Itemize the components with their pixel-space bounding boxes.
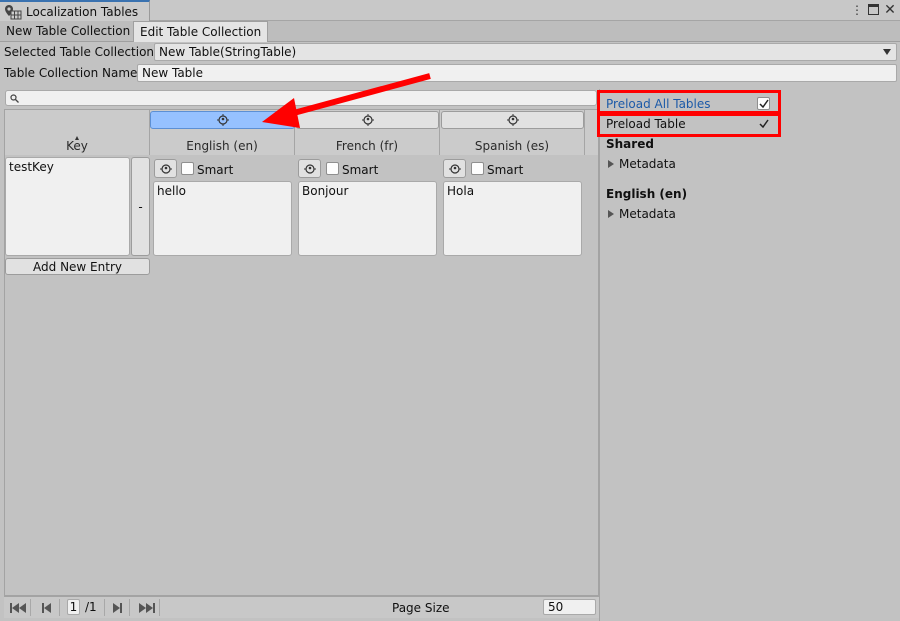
entry-value-es[interactable]: Hola	[443, 181, 582, 256]
smart-checkbox-en[interactable]	[181, 162, 194, 175]
checkmark-icon	[758, 99, 769, 108]
locale-settings-icon	[448, 163, 461, 174]
entry-settings-button-en[interactable]	[154, 159, 177, 178]
shared-metadata-label: Metadata	[619, 157, 676, 171]
entry-value-fr[interactable]: Bonjour	[298, 181, 437, 256]
entry-settings-button-fr[interactable]	[298, 159, 321, 178]
key-column-header[interactable]: Key	[5, 110, 150, 155]
column-name-en: English (en)	[186, 139, 258, 153]
page-size-label: Page Size	[392, 601, 450, 615]
preload-all-tables-label: Preload All Tables	[606, 97, 711, 111]
entry-settings-button-es[interactable]	[443, 159, 466, 178]
smart-checkbox-fr[interactable]	[326, 162, 339, 175]
total-pages-label: /1	[85, 600, 97, 614]
english-heading: English (en)	[606, 187, 688, 201]
smart-label-en: Smart	[197, 163, 234, 177]
locale-settings-icon	[216, 114, 229, 126]
localization-tables-icon	[4, 4, 22, 20]
close-icon[interactable]: ✕	[883, 2, 897, 18]
smart-label-fr: Smart	[342, 163, 379, 177]
smart-checkbox-es[interactable]	[471, 162, 484, 175]
page-size-input[interactable]: 50	[543, 599, 596, 615]
shared-metadata-foldout[interactable]: Metadata	[608, 157, 676, 171]
add-new-entry-button[interactable]: Add New Entry	[5, 258, 150, 275]
english-metadata-label: Metadata	[619, 207, 676, 221]
preload-all-tables-checkbox[interactable]	[757, 97, 770, 110]
english-metadata-foldout[interactable]: Metadata	[608, 207, 676, 221]
add-new-entry-label: Add New Entry	[33, 259, 122, 274]
expand-arrow-icon	[608, 160, 614, 168]
last-page-button[interactable]	[134, 599, 160, 616]
next-page-button[interactable]	[104, 599, 130, 616]
key-header-label: Key	[66, 139, 88, 153]
tab-new-table-collection[interactable]: New Table Collection	[0, 21, 138, 42]
more-icon[interactable]: ⋮	[850, 3, 864, 17]
column-settings-button-es[interactable]	[441, 111, 584, 129]
remove-entry-label: -	[138, 199, 143, 214]
key-input[interactable]: testKey	[5, 157, 130, 256]
shared-heading: Shared	[606, 137, 654, 151]
locale-settings-icon	[506, 114, 519, 126]
selected-collection-label: Selected Table Collection	[4, 45, 155, 59]
first-page-button[interactable]	[5, 599, 31, 616]
tab-edit-table-collection[interactable]: Edit Table Collection	[133, 21, 269, 42]
locale-settings-icon	[159, 163, 172, 174]
expand-arrow-icon	[608, 210, 614, 218]
locale-settings-icon	[303, 163, 316, 174]
maximize-icon[interactable]	[866, 4, 880, 18]
preload-table-label: Preload Table	[606, 117, 686, 131]
annotation-arrow	[262, 73, 431, 128]
previous-page-button[interactable]	[34, 599, 60, 616]
window-title: Localization Tables	[26, 4, 139, 19]
search-icon	[10, 94, 19, 103]
first-page-icon	[9, 602, 26, 613]
smart-label-es: Smart	[487, 163, 524, 177]
last-page-icon	[138, 602, 155, 613]
remove-entry-button[interactable]: -	[131, 157, 150, 256]
selected-collection-value: New Table(StringTable)	[159, 45, 297, 59]
window-tab[interactable]: Localization Tables	[0, 0, 150, 21]
checkmark-icon	[758, 119, 769, 128]
column-name-es: Spanish (es)	[474, 139, 550, 153]
dropdown-arrow-icon	[883, 49, 891, 55]
column-header-es: Spanish (es)	[440, 110, 585, 155]
previous-page-icon	[42, 602, 51, 613]
collection-name-label: Table Collection Name	[4, 66, 138, 80]
column-name-fr: French (fr)	[335, 139, 399, 153]
next-page-icon	[112, 602, 122, 613]
selected-collection-dropdown[interactable]: New Table(StringTable)	[154, 43, 897, 61]
preload-table-checkbox[interactable]	[757, 117, 770, 130]
entry-value-en[interactable]: hello	[153, 181, 292, 256]
page-number-input[interactable]: 1	[67, 599, 80, 615]
